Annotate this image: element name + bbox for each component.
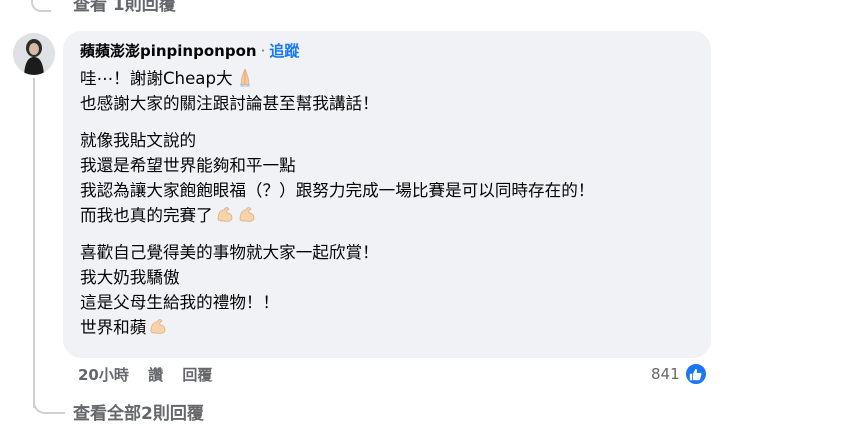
comment-text: 哇⋯！謝謝Cheap大 [80,69,233,88]
author-name[interactable]: 蘋蘋澎澎pinpinponpon [80,42,257,60]
comment-text: 而我也真的完賽了 [80,206,213,225]
comment-line-4: 我還是希望世界能夠和平一點 [80,156,296,175]
comment-bubble: 蘋蘋澎澎pinpinponpon · 追蹤 哇⋯！謝謝Cheap大 也感謝大家的關注… [63,31,711,358]
view-all-replies-link[interactable]: 查看全部2則回覆 [73,399,204,424]
like-reaction-icon [683,362,708,386]
folded-hands-icon [235,67,255,94]
reply-button[interactable]: 回覆 [182,366,212,384]
reaction-count: 841 [651,365,680,383]
like-button[interactable]: 讚 [148,366,163,384]
flexed-biceps-icon [237,204,257,231]
comment-body: 哇⋯！謝謝Cheap大 也感謝大家的關注跟討論甚至幫我講話！ 就像我貼文說的 我… [80,66,705,340]
separator-dot: · [260,42,266,60]
comment-line-6: 而我也真的完賽了 [80,203,705,228]
comment-line-10: 世界和蘋 [80,315,705,340]
flexed-biceps-icon [148,316,168,343]
timestamp[interactable]: 20小時 [78,366,129,384]
comment-line-7: 喜歡自己覺得美的事物就大家一起欣賞！ [80,243,379,262]
reaction-summary[interactable]: 841 [651,362,708,386]
comment-line-9: 這是父母生給我的禮物！！ [80,293,280,312]
comment-text: 世界和蘋 [80,318,147,337]
comment-line-1: 哇⋯！謝謝Cheap大 [80,66,705,91]
comment-line-3: 就像我貼文說的 [80,131,197,150]
comment-line-5: 我認為讓大家飽飽眼福（？）跟努力完成一場比賽是可以同時存在的！ [80,181,595,200]
thread-connector-top [31,0,51,12]
thread-connector-line [33,78,35,408]
comment-line-2: 也感謝大家的關注跟討論甚至幫我講話！ [80,94,379,113]
comment-actions: 20小時 讚 回覆 [78,364,226,385]
view-replies-link-top[interactable]: 查看 1則回覆 [73,0,176,15]
comment-line-8: 我大奶我驕傲 [80,268,180,287]
profile-photo [13,33,55,75]
flexed-biceps-icon [215,204,235,231]
comment-header: 蘋蘋澎澎pinpinponpon · 追蹤 [80,41,299,61]
thread-connector-bottom [33,380,65,414]
follow-button[interactable]: 追蹤 [269,42,299,60]
avatar[interactable] [13,33,55,75]
